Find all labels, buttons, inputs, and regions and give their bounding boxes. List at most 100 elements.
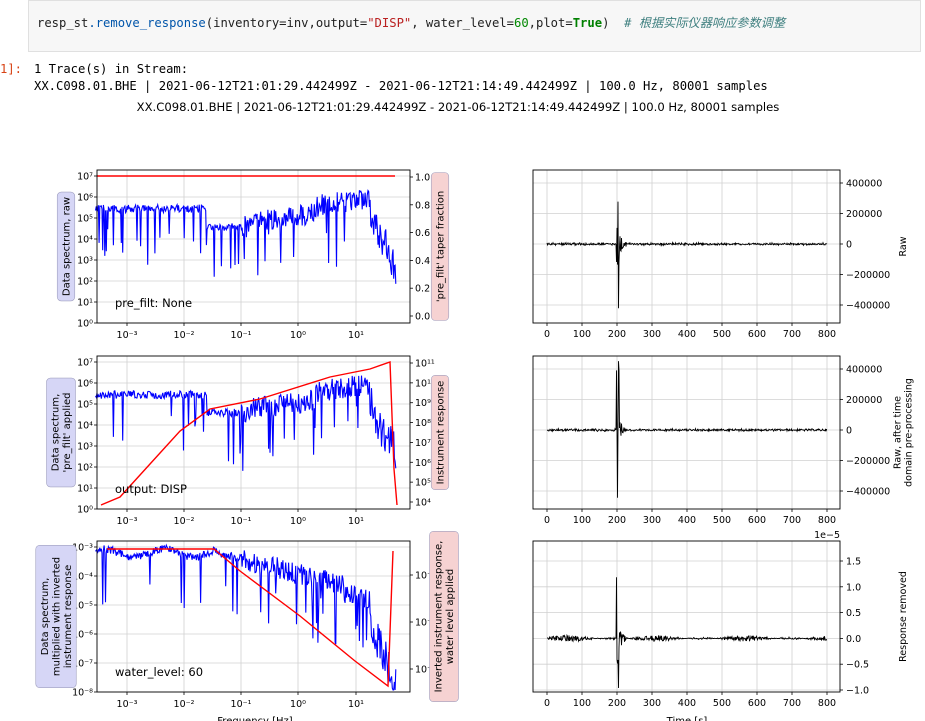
y-tick-label: 10⁶ <box>77 379 93 390</box>
spectrum-ylabel: Data spectrum, raw <box>56 191 76 302</box>
twin-ylabel: Inverted instrument response, water level… <box>429 531 459 702</box>
x-tick-label: 200 <box>608 329 626 340</box>
y-tick-label: 10² <box>77 463 93 474</box>
y-tick-label: 0.0 <box>846 634 861 645</box>
trace-axes-3: 0 100 200 300 400 500 600 700 800 1.5 1.0 0.5 0.0 −0.… <box>532 540 909 709</box>
code-args-mid1: , water_level= <box>411 16 514 30</box>
x-tick-label: 100 <box>573 329 591 340</box>
y-tick-label: −0.5 <box>846 660 869 671</box>
code-args-close: ) <box>602 16 625 30</box>
axes-frame <box>532 355 841 510</box>
x-tick-label: 600 <box>748 698 766 709</box>
spectrum-ylabel-line: Data spectrum, <box>40 578 51 656</box>
trace-axes-2: 0 100 200 300 400 500 600 700 800 400000 200000 0 −2… <box>532 355 915 541</box>
twin-tick-label: 0.0 <box>415 312 430 323</box>
spectrum-ylabel: Data spectrum,'pre_filt' applied <box>46 377 76 488</box>
trace-ylabel: Response removed <box>898 571 909 662</box>
y-tick-label: 1.0 <box>846 582 861 593</box>
twin-tick-label: 10⁹ <box>415 398 431 409</box>
x-tick-label: 0 <box>544 698 550 709</box>
twin-tick-label: 10¹¹ <box>415 359 435 370</box>
panel-annotation: pre_filt: None <box>115 296 192 310</box>
y-tick-label: 10⁵ <box>77 214 93 225</box>
twin-tick-label: 10⁶ <box>415 458 431 469</box>
x-tick-label: 10⁻³ <box>117 516 138 527</box>
spectrum-axes-2: 10⁷ 10⁶ 10⁵ 10⁴ 10³ 10² 10¹ 10⁰ 10⁻³ 10⁻² 10⁻¹ 10⁰ 1… <box>46 355 450 527</box>
trace-ylabel-line: Raw, after time <box>893 396 904 469</box>
y-tick-label: 10⁶ <box>77 193 93 204</box>
trace-ylabel-line: Response removed <box>898 571 909 662</box>
x-tick-label: 600 <box>748 515 766 526</box>
x-tick-label: 10¹ <box>348 516 364 527</box>
y-tick-label: 10⁴ <box>77 421 93 432</box>
x-tick-label: 300 <box>643 329 661 340</box>
x-tick-label: 500 <box>713 329 731 340</box>
twin-tick-label: 10⁸ <box>415 418 431 429</box>
trace-ylabel-line: Raw <box>898 236 909 256</box>
twin-ylabel: 'pre_filt' taper fraction <box>430 172 450 321</box>
twin-ylabel-line: water level applied <box>445 569 456 665</box>
y-tick-label: 400000 <box>846 365 882 376</box>
axes-frame <box>532 540 841 693</box>
x-tick-label: 300 <box>643 515 661 526</box>
trace-ylabel: Raw, after time <box>893 396 904 469</box>
twin-tick-label: 0.8 <box>415 200 430 211</box>
y-tick-label: −200000 <box>846 456 890 467</box>
twin-tick-label: 0.2 <box>415 284 430 295</box>
code-comment: # 根据实际仪器响应参数调整 <box>624 16 786 30</box>
x-tick-label: 10⁻¹ <box>231 330 252 341</box>
y-tick-label: 200000 <box>846 209 882 220</box>
twin-tick-label: 10⁴ <box>415 498 431 509</box>
code-cell[interactable]: resp_st.remove_response(inventory=inv,ou… <box>28 0 921 52</box>
y-tick-label: 10⁰ <box>77 319 93 330</box>
spectrum-line <box>94 189 397 284</box>
y-tick-label: −1.0 <box>846 686 869 697</box>
x-tick-label: 10⁰ <box>290 699 306 710</box>
twin-tick-label: 0.6 <box>415 228 430 239</box>
y-tick-label: 10¹ <box>77 298 93 309</box>
y-tick-label: 0 <box>846 426 852 437</box>
spectrum-ylabel-line: Data spectrum, <box>51 394 62 472</box>
x-tick-label: 700 <box>783 515 801 526</box>
code-water-level-value: 60 <box>513 16 529 30</box>
x-tick-label: 500 <box>713 515 731 526</box>
y-tick-label: 10⁴ <box>77 235 93 246</box>
y-tick-label: 200000 <box>846 395 882 406</box>
trace-ylabel: domain pre-processing <box>904 378 915 487</box>
twin-ylabel: Instrument response <box>430 374 450 491</box>
spectrum-xlabel: Frequency [Hz] <box>217 716 293 721</box>
panel-annotation: water_level: 60 <box>115 665 203 679</box>
x-tick-label: 10⁻² <box>174 516 195 527</box>
figure-suptitle: XX.C098.01.BHE | 2021-06-12T21:01:29.442… <box>137 100 780 115</box>
code-line: resp_st.remove_response(inventory=inv,ou… <box>37 13 785 31</box>
twin-tick-label: 10⁷ <box>415 438 431 449</box>
twin-ylabel-line: 'pre_filt' taper fraction <box>435 191 446 302</box>
x-tick-label: 10⁻¹ <box>231 699 252 710</box>
y-tick-label: 1.5 <box>846 557 861 568</box>
x-tick-label: 10⁻³ <box>117 330 138 341</box>
spectrum-ylabel-line: multiplied with inverted <box>51 557 62 676</box>
x-tick-label: 10⁰ <box>290 516 306 527</box>
x-tick-label: 10⁻¹ <box>231 516 252 527</box>
offset-text: 1e−5 <box>814 530 840 541</box>
output-prompt: 1]: <box>0 62 23 76</box>
y-tick-label: −200000 <box>846 270 890 281</box>
spectrum-ylabel: Data spectrum, multiplied with inverted in… <box>35 545 77 688</box>
y-tick-label: 10⁷ <box>77 358 93 369</box>
spectrum-axes-1: 10⁷ 10⁶ 10⁵ 10⁴ 10³ 10² 10¹ 10⁰ 10⁻³ 10⁻² 10⁻¹ 10⁰ 1… <box>56 169 450 341</box>
y-tick-label: 400000 <box>846 179 882 190</box>
y-tick-label: −400000 <box>846 301 890 312</box>
y-tick-label: 0.5 <box>846 608 861 619</box>
x-tick-label: 200 <box>608 515 626 526</box>
y-tick-label: 10⁰ <box>77 505 93 516</box>
x-tick-label: 10¹ <box>348 330 364 341</box>
code-output-value: "DISP" <box>367 16 412 30</box>
spectrum-line <box>95 375 397 471</box>
x-tick-label: 400 <box>678 329 696 340</box>
x-tick-label: 700 <box>783 329 801 340</box>
twin-ylabel-line: Instrument response <box>435 381 446 485</box>
x-tick-label: 10⁰ <box>290 330 306 341</box>
x-tick-label: 10¹ <box>348 699 364 710</box>
x-tick-label: 400 <box>678 515 696 526</box>
x-tick-label: 800 <box>818 329 836 340</box>
